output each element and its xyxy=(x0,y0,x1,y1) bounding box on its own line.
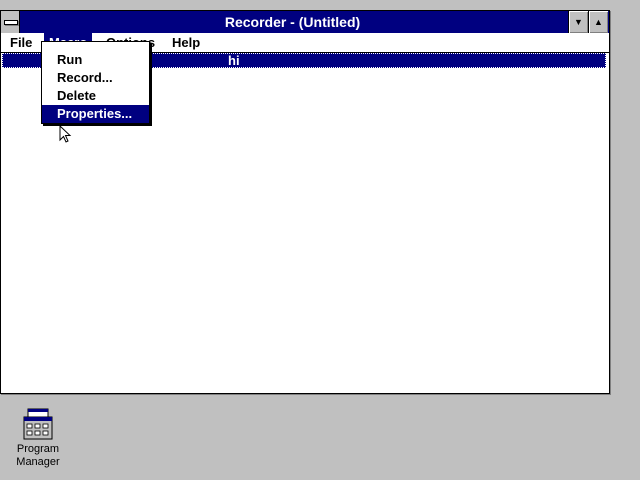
system-menu-icon xyxy=(4,20,18,25)
menu-item-properties[interactable]: Properties... xyxy=(42,105,149,123)
macro-name: hi xyxy=(228,53,240,68)
menu-item-record[interactable]: Record... xyxy=(42,69,149,87)
mouse-cursor-icon xyxy=(59,125,72,143)
minimize-icon: ▼ xyxy=(574,17,583,27)
menu-item-delete[interactable]: Delete xyxy=(42,87,149,105)
menu-item-run[interactable]: Run xyxy=(42,51,149,69)
program-manager-label: Program Manager xyxy=(16,443,60,468)
title-bar[interactable]: Recorder - (Untitled) ▼ ▲ xyxy=(1,11,609,34)
program-manager-icon xyxy=(23,408,53,440)
minimize-button[interactable]: ▼ xyxy=(568,11,588,33)
program-manager-desktop-icon[interactable]: Program Manager xyxy=(10,408,66,474)
maximize-icon: ▲ xyxy=(594,17,603,27)
macro-dropdown-menu: Run Record... Delete Properties... xyxy=(41,41,150,124)
system-menu-button[interactable] xyxy=(1,11,20,33)
window-title: Recorder - (Untitled) xyxy=(224,14,361,30)
menu-file[interactable]: File xyxy=(5,33,37,52)
menu-help[interactable]: Help xyxy=(167,33,205,52)
maximize-button[interactable]: ▲ xyxy=(588,11,608,33)
